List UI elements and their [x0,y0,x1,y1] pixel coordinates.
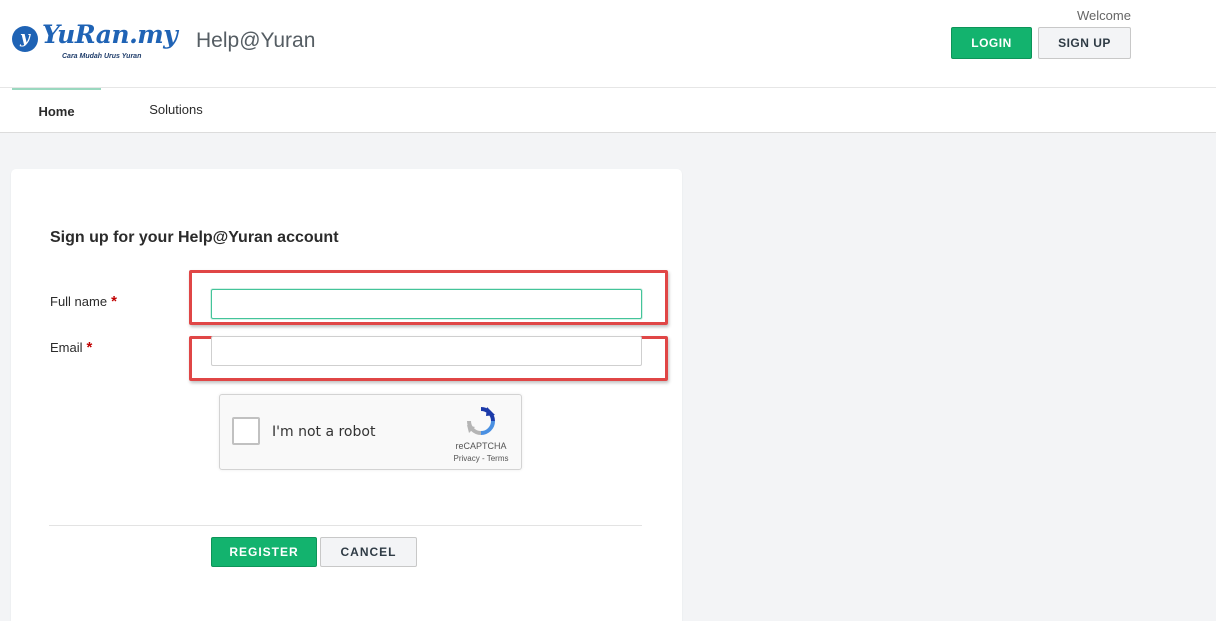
page-title: Sign up for your Help@Yuran account [50,229,339,246]
nav-item-solutions[interactable]: Solutions [131,88,221,133]
captcha-label: I'm not a robot [272,424,376,440]
register-button[interactable]: REGISTER [211,537,317,567]
logo-tagline: Cara Mudah Urus Yuran [62,53,142,60]
main-nav: Home Solutions [0,88,1216,133]
welcome-text: Welcome [1077,8,1131,23]
full-name-label: Full name * [50,293,117,310]
required-marker: * [86,339,93,356]
logo-wordmark: YuRan.my [42,20,178,49]
email-label: Email * [50,339,92,356]
full-name-label-text: Full name [50,294,108,309]
top-header: y YuRan.my Cara Mudah Urus Yuran Help@Yu… [0,0,1216,88]
logo-icon: y [12,26,38,52]
email-label-text: Email [50,340,83,355]
signup-button[interactable]: SIGN UP [1038,27,1131,59]
captcha-brand: reCAPTCHA [455,441,507,451]
form-divider [49,525,642,526]
email-input[interactable] [211,336,642,366]
required-marker: * [111,293,117,310]
login-button[interactable]: LOGIN [951,27,1032,59]
recaptcha-widget: I'm not a robot reCAPTCHA Privacy - Term… [219,394,522,470]
recaptcha-icon [467,407,495,435]
captcha-links[interactable]: Privacy - Terms [442,454,520,463]
full-name-input[interactable] [211,289,642,319]
nav-item-home[interactable]: Home [12,88,101,133]
captcha-checkbox[interactable] [232,417,260,445]
signup-card: Sign up for your Help@Yuran account Full… [11,169,682,621]
site-name[interactable]: Help@Yuran [196,29,315,53]
cancel-button[interactable]: CANCEL [320,537,417,567]
yuran-logo[interactable]: y YuRan.my Cara Mudah Urus Yuran [12,20,184,64]
